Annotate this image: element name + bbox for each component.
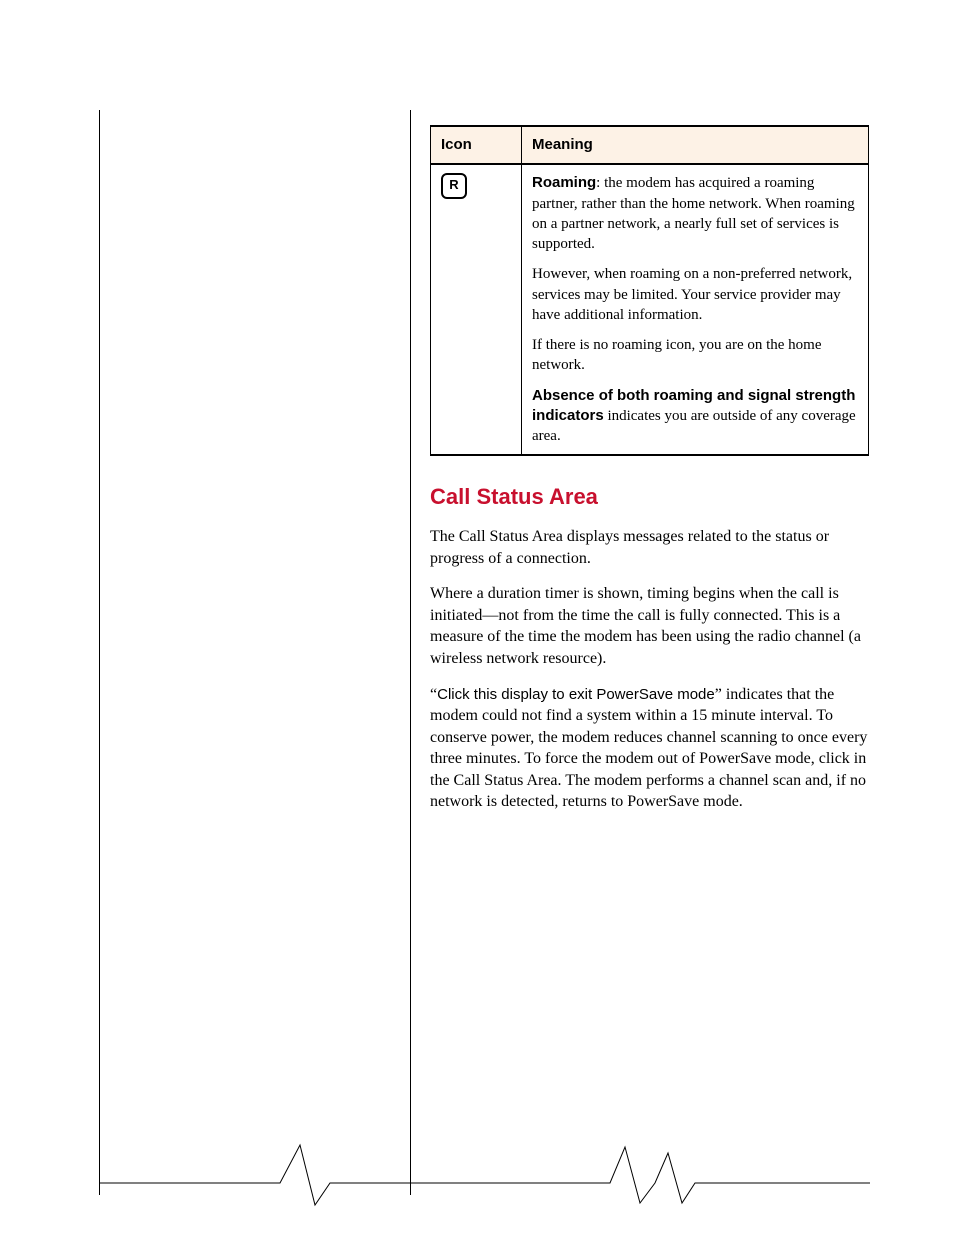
roaming-icon: R	[441, 173, 467, 199]
meaning-para-2: However, when roaming on a non-preferred…	[532, 264, 858, 325]
body-para-2: Where a duration timer is shown, timing …	[430, 583, 869, 669]
close-quote: ”	[715, 686, 722, 703]
table-header-row: Icon Meaning	[431, 126, 869, 164]
powersave-quote: Click this display to exit PowerSave mod…	[437, 686, 715, 703]
body-para-1: The Call Status Area displays messages r…	[430, 526, 869, 569]
icon-cell: R	[431, 164, 522, 455]
icon-meaning-table: Icon Meaning R Roaming: the modem has ac…	[430, 125, 869, 456]
column-divider-rule	[410, 110, 411, 1195]
left-margin-rule	[99, 110, 100, 1195]
meaning-para-3: If there is no roaming icon, you are on …	[532, 335, 858, 376]
body-para-3: “Click this display to exit PowerSave mo…	[430, 684, 869, 814]
body-para-3-rest: indicates that the modem could not find …	[430, 686, 867, 811]
meaning-cell: Roaming: the modem has acquired a roamin…	[522, 164, 869, 455]
section-heading-call-status: Call Status Area	[430, 482, 869, 512]
meaning-para-4: Absence of both roaming and signal stren…	[532, 386, 858, 447]
footer-ornament	[0, 1135, 954, 1215]
header-icon: Icon	[431, 126, 522, 164]
header-meaning: Meaning	[522, 126, 869, 164]
meaning-para-1: Roaming: the modem has acquired a roamin…	[532, 173, 858, 254]
table-row: R Roaming: the modem has acquired a roam…	[431, 164, 869, 455]
main-column: Icon Meaning R Roaming: the modem has ac…	[430, 125, 869, 827]
roaming-label: Roaming	[532, 174, 596, 191]
